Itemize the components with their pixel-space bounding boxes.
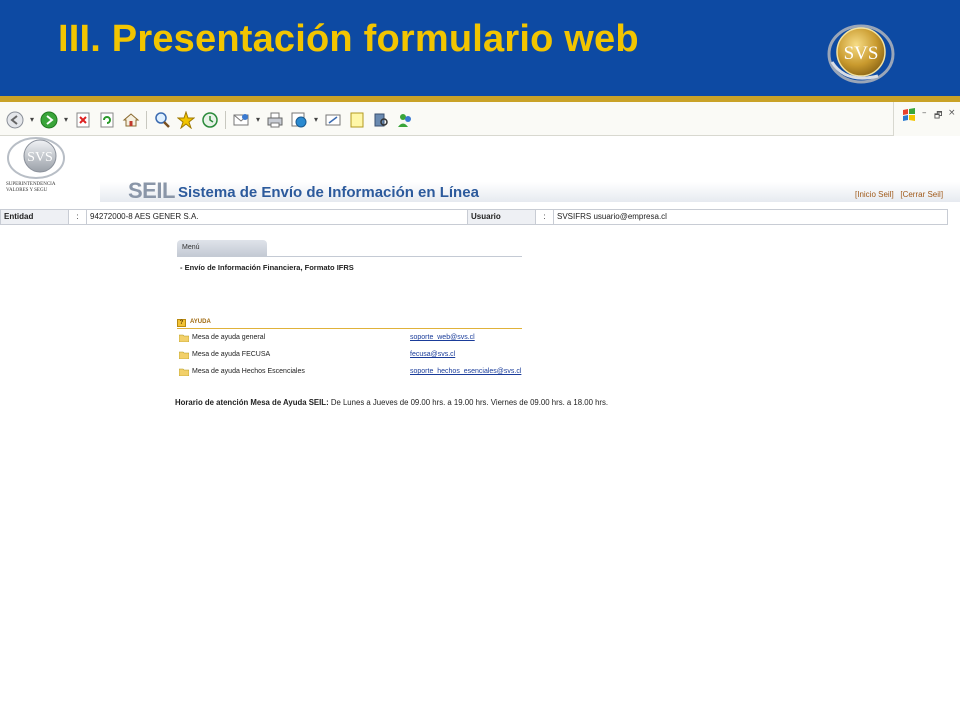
horario-value: De Lunes a Jueves de 09.00 hrs. a 19.00 … — [328, 398, 609, 407]
notes-icon[interactable] — [348, 111, 366, 129]
toolbar-icons: ▾ ▾ ▾ ▾ — [6, 110, 420, 130]
list-item: Mesa de ayuda general soporte_web@svs.cl — [177, 333, 557, 345]
seil-subtitle: Sistema de Envío de Información en Línea — [178, 184, 479, 201]
folder-icon — [179, 334, 189, 342]
edit-icon[interactable] — [324, 111, 342, 129]
messenger-dropdown-icon[interactable]: ▾ — [314, 111, 318, 129]
entidad-label: Entidad — [1, 210, 69, 224]
toolbar-separator — [146, 111, 148, 129]
entidad-separator: : — [69, 210, 87, 224]
inicio-seil-link[interactable]: [Inicio Seil] — [855, 190, 894, 199]
toolbar-separator — [225, 111, 227, 129]
search-icon[interactable] — [153, 111, 171, 129]
menu-tab[interactable]: Menú — [177, 240, 267, 256]
mail-dropdown-icon[interactable]: ▾ — [256, 111, 260, 129]
history-icon[interactable] — [201, 111, 219, 129]
close-button[interactable]: × — [948, 108, 956, 118]
forward-icon[interactable] — [40, 111, 58, 129]
help-icon: ? — [177, 319, 186, 327]
folder-icon — [179, 368, 189, 376]
svs-small-logo-icon: SVS — [7, 137, 65, 179]
ayuda-email-link[interactable]: soporte_web@svs.cl — [410, 334, 475, 341]
usuario-value: SVSIFRS usuario@empresa.cl — [557, 212, 667, 221]
ayuda-header: ? AYUDA — [177, 318, 522, 329]
entidad-value: 94272000-8 AES GENER S.A. — [87, 210, 468, 224]
minimize-button[interactable]: – — [922, 108, 927, 118]
usuario-separator: : — [536, 210, 554, 224]
favorites-icon[interactable] — [176, 110, 196, 130]
windows-logo-icon — [903, 108, 915, 121]
list-item: Mesa de ayuda FECUSA fecusa@svs.cl — [177, 350, 557, 362]
home-icon[interactable] — [122, 111, 140, 129]
svs-logo-text: SVS — [844, 43, 879, 64]
research-icon[interactable] — [372, 111, 390, 129]
menu-divider — [177, 256, 522, 257]
ayuda-name: Mesa de ayuda FECUSA — [192, 351, 271, 358]
list-item: Mesa de ayuda Hechos Escenciales soporte… — [177, 367, 557, 379]
usuario-label: Usuario — [468, 210, 536, 224]
seil-page: SVS SUPERINTENDENCIA VALORES Y SEGU SEIL… — [0, 136, 960, 720]
refresh-icon[interactable] — [98, 111, 116, 129]
folder-icon — [179, 351, 189, 359]
horario-text: Horario de atención Mesa de Ayuda SEIL: … — [175, 398, 608, 407]
info-bar: Entidad : 94272000-8 AES GENER S.A. Usua… — [0, 209, 948, 225]
restore-button[interactable]: 🗗 — [934, 108, 942, 124]
back-dropdown-icon[interactable]: ▾ — [30, 111, 34, 129]
seil-logo: SVS SUPERINTENDENCIA VALORES Y SEGU — [0, 136, 74, 202]
seil-title: SEIL — [128, 178, 175, 203]
stop-icon[interactable] — [74, 111, 92, 129]
toolbar-right: – 🗗 × — [893, 102, 960, 136]
menu-item-envio-ifrs[interactable]: - Envío de Información Financiera, Forma… — [180, 263, 354, 272]
back-icon[interactable] — [6, 111, 24, 129]
messenger-icon[interactable] — [290, 111, 308, 129]
forward-dropdown-icon[interactable]: ▾ — [64, 111, 68, 129]
users-icon[interactable] — [396, 111, 414, 129]
cerrar-seil-link[interactable]: [Cerrar Seil] — [900, 190, 943, 199]
browser-toolbar: ▾ ▾ ▾ ▾ – 🗗 × — [0, 102, 960, 136]
seil-links: [Inicio Seil] [Cerrar Seil] — [855, 190, 943, 199]
horario-label: Horario de atención Mesa de Ayuda SEIL: — [175, 398, 329, 407]
ayuda-label: AYUDA — [190, 319, 211, 325]
svs-small-logo-text: SVS — [27, 150, 53, 165]
slide: III. Presentación formulario web SVS ▾ ▾ — [0, 0, 960, 720]
seil-logo-caption: SUPERINTENDENCIA VALORES Y SEGU — [6, 182, 55, 194]
mail-icon[interactable] — [232, 111, 250, 129]
ayuda-email-link[interactable]: soporte_hechos_esenciales@svs.cl — [410, 368, 521, 375]
logo-caption-line2: VALORES Y SEGU — [6, 188, 48, 193]
ayuda-email-link[interactable]: fecusa@svs.cl — [410, 351, 455, 358]
svs-logo: SVS — [827, 24, 895, 84]
ayuda-name: Mesa de ayuda general — [192, 334, 266, 341]
ayuda-name: Mesa de ayuda Hechos Escenciales — [192, 368, 305, 375]
slide-title: III. Presentación formulario web — [58, 18, 639, 60]
print-icon[interactable] — [266, 111, 284, 129]
